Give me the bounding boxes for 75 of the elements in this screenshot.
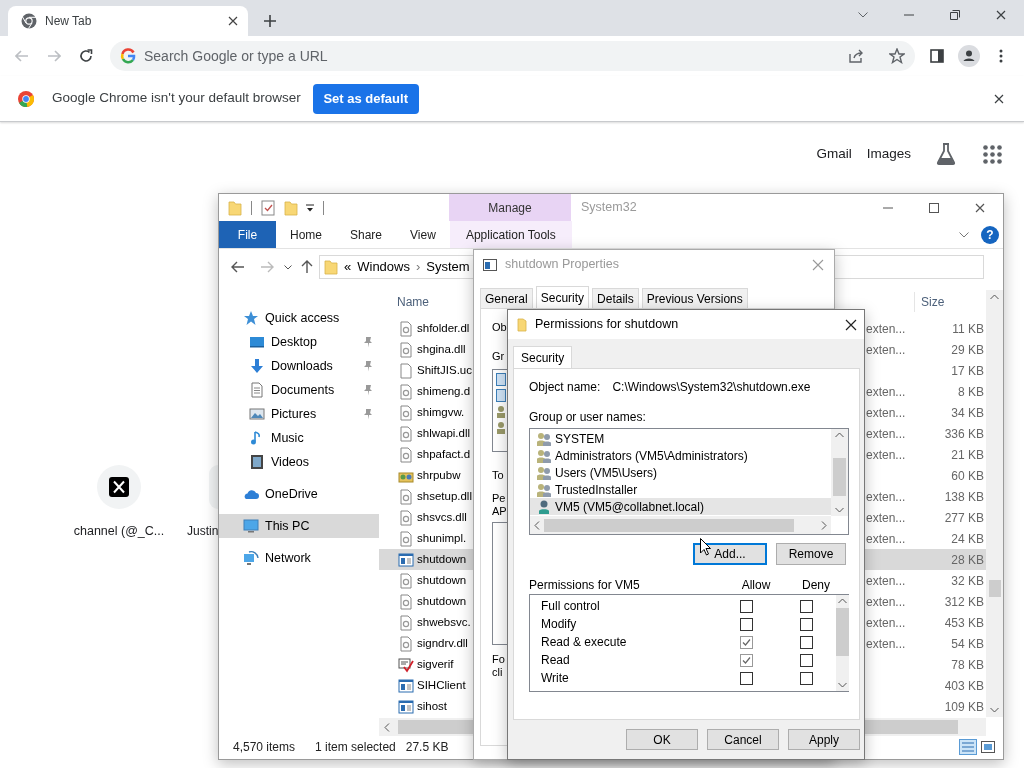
file-type: exten... — [866, 446, 907, 464]
file-type: exten... — [866, 593, 907, 611]
file-size: 60 KB — [950, 467, 985, 485]
file-size: 78 KB — [950, 656, 985, 674]
item-count: 4,570 items — [233, 739, 296, 756]
field-label: Object name: — [529, 379, 601, 396]
object-name: C:\Windows\System32\shutdown.exe — [612, 379, 811, 396]
description-text: Pe AP — [492, 492, 507, 518]
field-label: Group or user names: — [529, 409, 647, 425]
file-type: exten... — [866, 341, 907, 359]
file-size: 34 KB — [950, 404, 985, 422]
file-type: exten... — [866, 572, 907, 590]
file-size: 54 KB — [950, 635, 985, 653]
file-size: 24 KB — [950, 530, 985, 548]
field-label: Ob — [492, 321, 507, 335]
file-name: sihost — [417, 698, 448, 714]
permission-name: Read — [540, 652, 571, 669]
file-name: ShiftJIS.uc — [417, 362, 472, 378]
file-name: shsetup.dll — [417, 488, 472, 504]
dialog-title: Permissions for shutdown — [535, 316, 679, 334]
file-size: 277 KB — [943, 509, 985, 527]
file-type: exten... — [866, 488, 907, 506]
file-type: exten... — [866, 320, 907, 338]
contextual-tab-group: Manage — [449, 194, 571, 221]
dialog-title: shutdown Properties — [505, 256, 619, 274]
file-name: shgina.dll — [417, 341, 466, 357]
file-type: exten... — [866, 425, 907, 443]
file-size: 336 KB — [943, 425, 985, 443]
file-name: shunimpl. — [417, 530, 467, 546]
file-name: shsvcs.dll — [417, 509, 467, 525]
file-name: shpafact.d — [417, 446, 471, 462]
column-header: Allow — [740, 577, 772, 594]
file-name: shwebsvc. — [417, 614, 471, 630]
window-title: System32 — [581, 199, 637, 217]
file-type: exten... — [866, 383, 907, 401]
file-name: signdrv.dll — [417, 635, 468, 651]
file-name: shutdown — [417, 593, 467, 609]
permission-name: Full control — [540, 598, 601, 615]
selection-status: 1 item selected — [315, 739, 396, 756]
file-size: 109 KB — [943, 698, 985, 716]
file-size: 28 KB — [950, 551, 985, 569]
file-size: 403 KB — [943, 677, 985, 695]
selection-size: 27.5 KB — [405, 739, 449, 756]
file-size: 138 KB — [943, 488, 985, 506]
file-name: shutdown — [417, 551, 467, 567]
file-name: shfolder.dl — [417, 320, 470, 336]
field-label: Permissions for VM5 — [529, 577, 641, 594]
field-label: To — [492, 469, 504, 483]
file-size: 32 KB — [950, 572, 985, 590]
file-name: SIHClient — [417, 677, 466, 693]
file-name: shimgvw. — [417, 404, 465, 420]
file-size: 312 KB — [943, 593, 985, 611]
permission-name: Read & execute — [540, 634, 628, 651]
file-size: 453 KB — [943, 614, 985, 632]
infobar-message: Google Chrome isn't your default browser — [52, 89, 301, 108]
file-type: exten... — [866, 404, 907, 422]
file-size: 11 KB — [951, 320, 985, 338]
file-name: sigverif — [417, 656, 454, 672]
file-name: shrpubw — [417, 467, 461, 483]
column-header: Deny — [801, 577, 831, 594]
file-type: exten... — [866, 530, 907, 548]
permission-name: Write — [540, 670, 570, 687]
file-size: 29 KB — [950, 341, 985, 359]
file-name: shimeng.d — [417, 383, 471, 399]
file-name: shlwapi.dll — [417, 425, 471, 441]
file-type: exten... — [866, 635, 907, 653]
field-label: Gr — [492, 350, 505, 364]
description-text: Fo cli — [492, 653, 505, 679]
file-size: 8 KB — [957, 383, 985, 401]
file-size: 17 KB — [950, 362, 985, 380]
permission-name: Modify — [540, 616, 578, 633]
file-size: 21 KB — [950, 446, 985, 464]
file-name: shutdown — [417, 572, 467, 588]
file-type: exten... — [866, 614, 907, 632]
file-type: exten... — [866, 509, 907, 527]
